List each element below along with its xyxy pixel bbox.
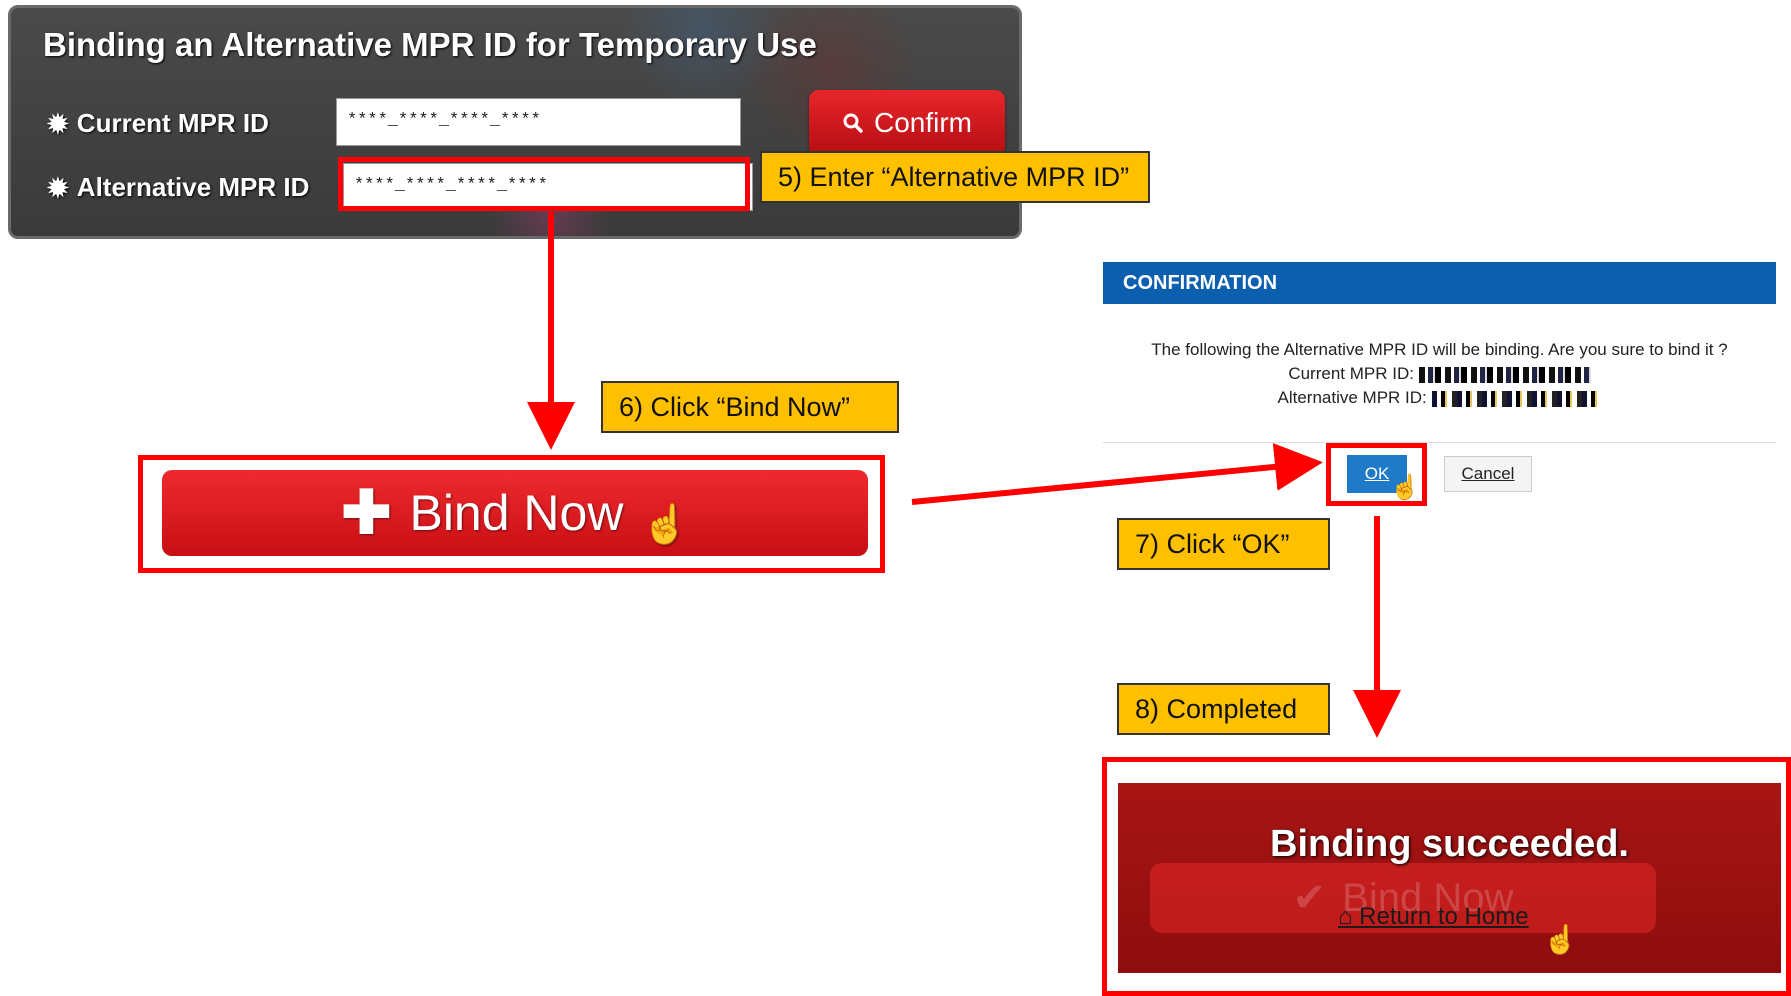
step6-callout: 6) Click “Bind Now” <box>601 381 899 433</box>
bind-now-button[interactable]: ✚ Bind Now ☝ <box>162 470 868 556</box>
current-mpr-row: Current MPR ID: <box>1103 364 1776 384</box>
home-icon: ⌂ <box>1338 903 1353 930</box>
alternative-mpr-row: Alternative MPR ID: <box>1103 388 1776 408</box>
bind-now-label: Bind Now <box>409 485 624 541</box>
confirmation-message: The following the Alternative MPR ID wil… <box>1151 340 1728 359</box>
return-home-link[interactable]: ⌂ Return to Home <box>1338 903 1529 931</box>
return-home-label: Return to Home <box>1359 903 1529 930</box>
success-title: Binding succeeded. <box>1270 823 1629 865</box>
redacted-alternative-id <box>1431 390 1602 407</box>
hand-cursor-icon: ☝ <box>1543 924 1578 955</box>
arrow-bind-to-ok <box>911 442 1323 505</box>
dialog-current-label: Current MPR ID: <box>1288 364 1414 383</box>
confirmation-dialog-body: The following the Alternative MPR ID wil… <box>1103 304 1776 443</box>
step7-callout: 7) Click “OK” <box>1117 518 1330 570</box>
check-icon: ✔ <box>1292 876 1327 920</box>
step8-callout: 8) Completed <box>1117 683 1330 735</box>
dialog-alternative-label: Alternative MPR ID: <box>1277 388 1427 407</box>
confirmation-dialog-header: CONFIRMATION <box>1103 262 1776 304</box>
cancel-button[interactable]: Cancel <box>1444 456 1532 492</box>
plus-icon: ✚ <box>341 479 392 546</box>
ok-highlight <box>1326 443 1427 506</box>
hand-cursor-icon: ☝ <box>641 504 689 546</box>
redacted-current-id <box>1418 366 1591 383</box>
success-panel: ✔ Bind Now Binding succeeded. ⌂ Return t… <box>1118 783 1781 973</box>
